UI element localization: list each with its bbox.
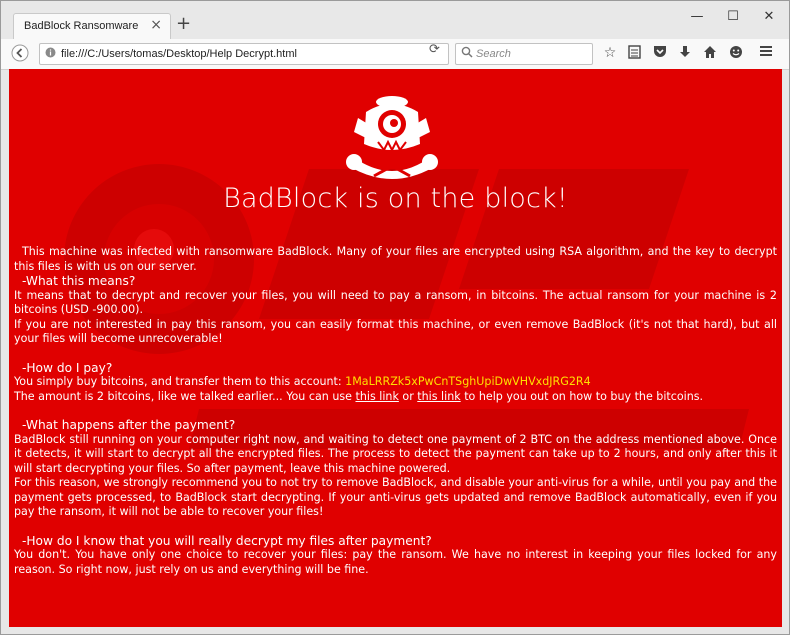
url-bar[interactable]: file:///C:/Users/tomas/Desktop/Help Decr…	[39, 43, 449, 65]
help-link-2[interactable]: this link	[417, 390, 460, 403]
answer-what-means-1: It means that to decrypt and recover you…	[14, 288, 777, 317]
ransom-note: This machine was infected with ransomwar…	[14, 245, 777, 577]
back-icon[interactable]	[11, 44, 29, 66]
answer-how-pay-2: The amount is 2 bitcoins, like we talked…	[14, 389, 704, 403]
bitcoin-address[interactable]: 1MaLRRZk5xPwCnTSghUpiDwVHVxdJRG2R4	[345, 375, 591, 388]
search-input[interactable]: Search	[455, 43, 593, 65]
search-placeholder: Search	[476, 48, 511, 60]
intro-text: This machine was infected with ransomwar…	[14, 245, 777, 273]
answer-how-pay-1: You simply buy bitcoins, and transfer th…	[14, 375, 591, 388]
pocket-icon[interactable]	[651, 45, 669, 62]
answer-what-means-2: If you are not interested in pay this ra…	[14, 317, 777, 346]
menu-icon[interactable]	[757, 45, 775, 61]
tab-strip: BadBlock Ransomware × + — ☐ ✕	[1, 1, 789, 40]
maximize-icon[interactable]: ☐	[723, 9, 743, 24]
tab-badblock[interactable]: BadBlock Ransomware ×	[13, 13, 171, 40]
heading-how-pay: -How do I pay?	[22, 360, 113, 375]
heading-what-means: -What this means?	[22, 274, 136, 288]
navigation-bar: file:///C:/Users/tomas/Desktop/Help Decr…	[1, 39, 789, 70]
smiley-icon[interactable]	[727, 45, 745, 63]
reading-list-icon[interactable]	[625, 45, 643, 63]
url-text: file:///C:/Users/tomas/Desktop/Help Decr…	[61, 48, 297, 60]
bookmark-star-icon[interactable]: ☆	[601, 45, 619, 61]
new-tab-icon[interactable]: +	[176, 15, 191, 33]
download-icon[interactable]	[676, 45, 694, 63]
answer-how-know: You don't. You have only one choice to r…	[14, 548, 777, 576]
heading-how-know: -How do I know that you will really decr…	[22, 533, 432, 548]
page-info-icon[interactable]	[45, 47, 56, 61]
tab-close-icon[interactable]: ×	[150, 17, 162, 33]
search-icon	[461, 46, 473, 61]
ransom-page: BadBlock is on the block! This machine w…	[9, 69, 782, 627]
minimize-icon[interactable]: —	[687, 9, 707, 24]
answer-after-payment-2: For this reason, we strongly recommend y…	[14, 476, 777, 518]
reload-icon[interactable]: ⟳	[429, 42, 440, 57]
browser-window: BadBlock Ransomware × + — ☐ ✕ file:///C:…	[0, 0, 790, 635]
close-icon[interactable]: ✕	[759, 9, 779, 24]
tab-title: BadBlock Ransomware	[24, 20, 139, 32]
badblock-logo	[346, 96, 438, 179]
home-icon[interactable]	[701, 45, 719, 63]
page-headline: BadBlock is on the block!	[223, 183, 568, 214]
help-link-1[interactable]: this link	[355, 390, 398, 403]
answer-after-payment-1: BadBlock still running on your computer …	[14, 432, 777, 475]
heading-after-payment: -What happens after the payment?	[22, 418, 236, 432]
